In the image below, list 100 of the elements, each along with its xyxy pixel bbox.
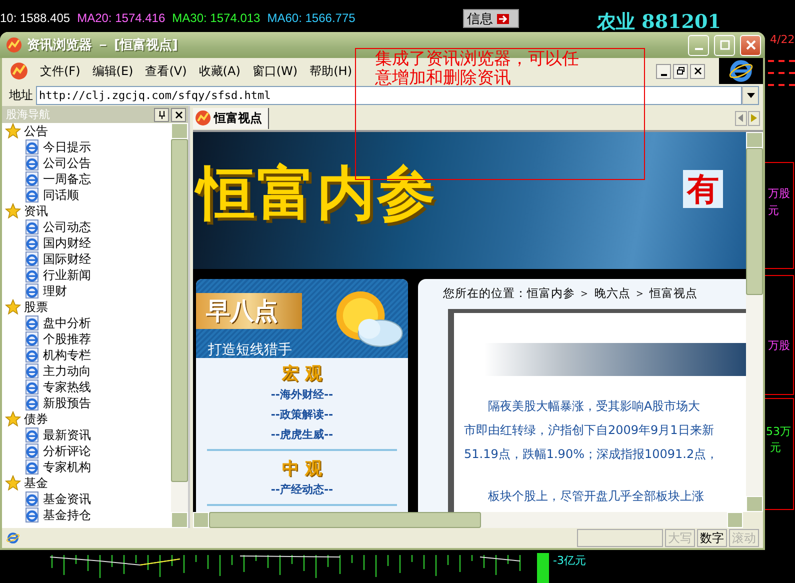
tree-item[interactable]: 公司动态 [2, 219, 171, 235]
category-link[interactable]: --产经动态-- [270, 480, 334, 500]
article-text: 市即由红转绿，沪指创下自2009年9月1日来新 [464, 422, 714, 439]
chart-label: 4/22 [770, 33, 795, 46]
tree-item[interactable]: 国际财经 [2, 251, 171, 267]
web-page-icon [24, 379, 40, 395]
tree-item[interactable]: 股票 [2, 299, 171, 315]
star-icon [5, 299, 21, 315]
tree-label: 公告 [24, 123, 48, 140]
panel-title: 股海导航 [6, 107, 51, 122]
tree-label: 新股预告 [43, 394, 91, 412]
tree-label: 债券 [24, 410, 48, 428]
tree-item[interactable]: 资讯 [2, 203, 171, 219]
globe-e-icon [728, 58, 754, 84]
vertical-scrollbar[interactable] [746, 132, 763, 512]
maximize-icon [720, 40, 730, 50]
tree-item[interactable]: 理财 [2, 283, 171, 299]
chart-label: 53万 [766, 424, 791, 439]
web-page-icon [24, 443, 40, 459]
web-page-icon [24, 507, 40, 523]
web-page-icon [24, 139, 40, 155]
star-icon [5, 475, 21, 491]
minimize-button[interactable] [656, 64, 671, 78]
key-indicator: 大写 [665, 529, 695, 547]
tree-item[interactable]: 新股预告 [2, 395, 171, 411]
tree-label: 一周备忘 [43, 170, 91, 188]
web-page-icon [24, 219, 40, 235]
category-link[interactable]: --虎虎生威-- [270, 425, 334, 445]
info-button[interactable]: 信息 [463, 9, 519, 28]
app-logo-icon [10, 62, 28, 80]
right-arrow-icon [751, 114, 757, 122]
chart-label: 元 [770, 440, 781, 455]
pin-button[interactable] [154, 108, 169, 122]
indicator-value: MA30: 1574.013 [172, 11, 260, 25]
tree-label: 分析评论 [43, 442, 91, 460]
tree-item[interactable]: 同话顺 [2, 187, 171, 203]
minimize-icon [694, 48, 702, 50]
tree-item[interactable]: 国内财经 [2, 235, 171, 251]
tree-item[interactable]: 行业新闻 [2, 267, 171, 283]
window-title: 资讯浏览器 － [恒富视点] [27, 36, 179, 54]
web-page-icon [24, 395, 40, 411]
volume-bar [537, 553, 549, 583]
tree-item[interactable]: 专家热线 [2, 379, 171, 395]
app-logo-icon [195, 110, 211, 126]
tree-label: 机构专栏 [43, 346, 91, 364]
web-page-icon [24, 283, 40, 299]
menu-item[interactable]: 收藏(A) [198, 62, 240, 80]
address-label: 地址 [9, 86, 33, 104]
maximize-button[interactable] [714, 34, 735, 56]
restore-button[interactable] [673, 64, 688, 78]
tree-item[interactable]: 基金 [2, 475, 171, 491]
tree-label: 同话顺 [43, 186, 79, 204]
menu-item[interactable]: 编辑(E) [92, 62, 134, 80]
app-logo-icon [6, 37, 22, 53]
breadcrumb: 您所在的位置：恒富内参 ＞ 晚六点 ＞ 恒富视点 [442, 285, 699, 301]
card-subtitle: 打造短线猎手 [208, 341, 292, 359]
dropdown-button[interactable] [742, 86, 759, 104]
tree-item[interactable]: 主力动向 [2, 363, 171, 379]
tree-item[interactable]: 机构专栏 [2, 347, 171, 363]
tree-item[interactable]: 一周备忘 [2, 171, 171, 187]
tree-item[interactable]: 最新资讯 [2, 427, 171, 443]
tree-item[interactable]: 盘中分析 [2, 315, 171, 331]
tree-label: 个股推荐 [43, 330, 91, 348]
section-heading: 宏 观 [282, 363, 322, 385]
menu-item[interactable]: 帮助(H) [310, 62, 352, 80]
web-page-icon [24, 171, 40, 187]
menu-item[interactable]: 窗口(W) [252, 62, 298, 80]
chart-label: -3亿元 [553, 553, 586, 568]
tab[interactable]: 恒富视点 [193, 108, 269, 128]
tree-item[interactable]: 公司公告 [2, 155, 171, 171]
tree-item[interactable]: 个股推荐 [2, 331, 171, 347]
tree-item[interactable]: 基金资讯 [2, 491, 171, 507]
indicator-value: 10: 1588.405 [0, 11, 70, 25]
address-field[interactable]: http://clj.zgcjq.com/sfqy/sfsd.html [36, 86, 742, 104]
star-icon [5, 203, 21, 219]
category-link[interactable]: --海外财经-- [270, 385, 334, 405]
tree-item[interactable]: 专家机构 [2, 459, 171, 475]
tree-label: 国内财经 [43, 234, 91, 252]
scroll-left-button[interactable] [735, 110, 747, 126]
pin-icon [158, 110, 166, 118]
vertical-scrollbar[interactable] [171, 123, 188, 528]
tree-item[interactable]: 债券 [2, 411, 171, 427]
menu-item[interactable]: 查看(V) [145, 62, 187, 80]
tree-item[interactable]: 分析评论 [2, 443, 171, 459]
key-indicator: 数字 [697, 529, 727, 547]
star-icon [5, 411, 21, 427]
minimize-icon [660, 74, 666, 76]
close-button[interactable] [690, 64, 705, 78]
web-page-icon [24, 363, 40, 379]
close-button[interactable] [171, 108, 186, 122]
tree-item[interactable]: 公告 [2, 123, 171, 139]
close-icon [174, 110, 182, 118]
restore-icon [676, 67, 684, 75]
horizontal-scrollbar[interactable] [193, 512, 743, 528]
menu-item[interactable]: 文件(F) [40, 62, 80, 80]
tree-item[interactable]: 今日提示 [2, 139, 171, 155]
category-link[interactable]: --政策解读-- [270, 405, 334, 425]
web-page-icon [24, 347, 40, 363]
tree-label: 基金资讯 [43, 490, 91, 508]
tree-item[interactable]: 基金持仓 [2, 507, 171, 523]
